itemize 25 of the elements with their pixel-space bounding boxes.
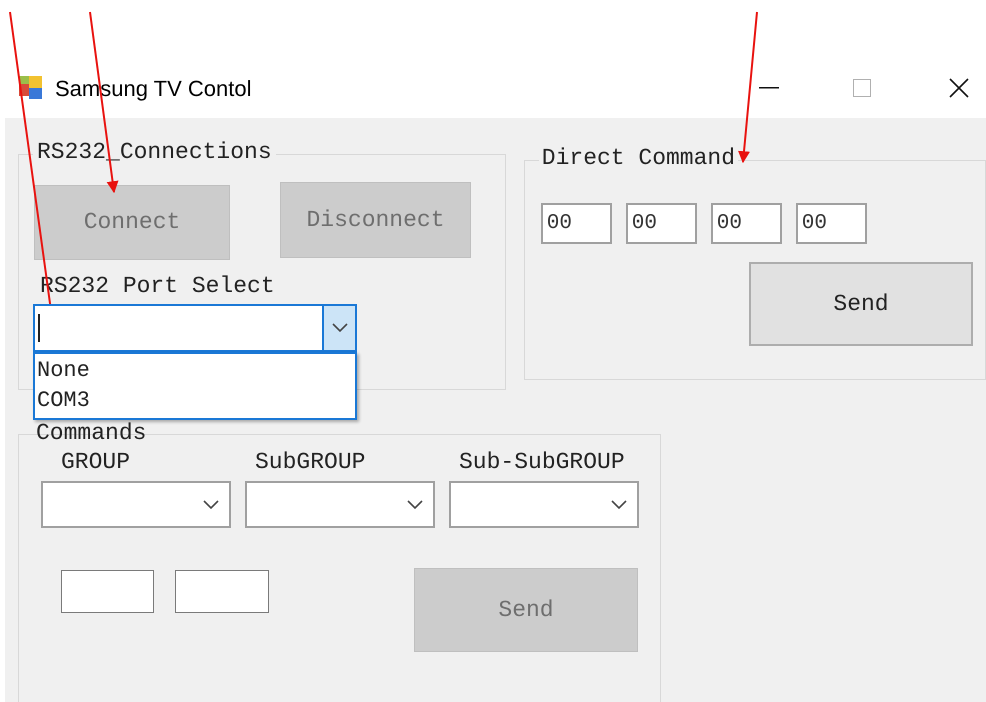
- close-icon[interactable]: [949, 78, 969, 98]
- input-field[interactable]: 00: [710, 203, 782, 244]
- input-field[interactable]: [175, 570, 269, 613]
- group-title: Commands: [35, 419, 148, 447]
- maximize-icon[interactable]: [853, 79, 871, 97]
- dropdown[interactable]: [41, 481, 231, 528]
- dropdown-option[interactable]: None: [35, 356, 355, 386]
- app-icon: [17, 74, 45, 102]
- chevron-down-icon: [407, 500, 423, 510]
- chevron-down-icon: [332, 323, 348, 333]
- selector-label: GROUP: [61, 448, 130, 477]
- dropdown[interactable]: [449, 481, 639, 528]
- input-field[interactable]: 00: [540, 203, 612, 244]
- dropdown[interactable]: [245, 481, 435, 528]
- input-field[interactable]: 00: [796, 203, 867, 244]
- minimize-icon[interactable]: [759, 87, 779, 89]
- chevron-down-icon: [611, 500, 627, 510]
- send-button[interactable]: Send: [749, 262, 973, 346]
- chevron-down-icon: [203, 500, 219, 510]
- selector-label: SubGROUP: [255, 448, 366, 477]
- dropdown-option[interactable]: COM3: [35, 386, 355, 416]
- input-field[interactable]: 00: [626, 203, 697, 244]
- text-cursor: [38, 314, 40, 342]
- input-field[interactable]: [61, 570, 154, 613]
- selector-label: Sub-SubGROUP: [459, 448, 625, 477]
